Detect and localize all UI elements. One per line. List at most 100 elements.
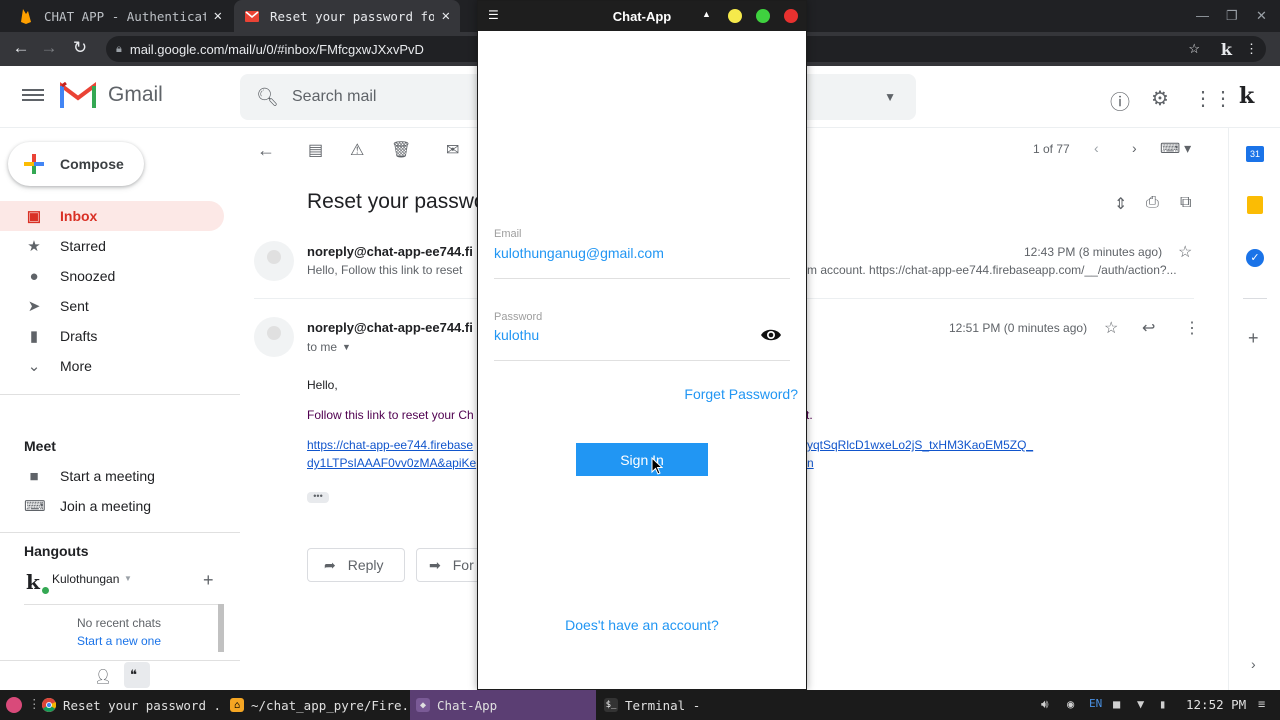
start-meeting-button[interactable]: ■ Start a meeting bbox=[0, 461, 224, 491]
notifications-icon[interactable]: ≡ bbox=[1258, 697, 1265, 711]
signup-link[interactable]: Does't have an account? bbox=[478, 617, 806, 633]
reset-link-tail-2[interactable]: n bbox=[807, 456, 814, 470]
delete-trash-icon[interactable]: 🗑︎ bbox=[391, 140, 411, 160]
message-sender[interactable]: noreply@chat-app-ee744.fi bbox=[307, 244, 473, 259]
scrollbar-thumb[interactable] bbox=[218, 604, 224, 652]
add-chat-icon[interactable]: + bbox=[203, 570, 214, 591]
back-to-inbox-icon[interactable]: ← bbox=[257, 140, 275, 161]
account-avatar[interactable]: k bbox=[1239, 83, 1254, 109]
compose-button[interactable]: Compose bbox=[8, 142, 144, 186]
show-password-eye-icon[interactable] bbox=[760, 327, 782, 346]
reset-link-line-2[interactable]: dy1LTPsIAAAF0vv0zMA&apiKe bbox=[307, 456, 476, 470]
settings-gear-icon[interactable]: ⚙ bbox=[1151, 86, 1169, 111]
calendar-icon[interactable]: 31 bbox=[1246, 146, 1264, 162]
sidebar-item-sent[interactable]: ➤ Sent bbox=[0, 291, 224, 321]
more-options-icon[interactable]: ⋮ bbox=[1184, 318, 1200, 338]
open-new-window-icon[interactable]: ⧉ bbox=[1180, 194, 1191, 212]
battery-icon[interactable]: ▮ bbox=[1159, 697, 1166, 711]
message-snippet-tail[interactable]: m account. https://chat-app-ee744.fireba… bbox=[807, 263, 1197, 277]
clock-icon: ● bbox=[29, 267, 39, 285]
close-dot-icon[interactable] bbox=[784, 9, 798, 23]
close-window-icon[interactable]: ✕ bbox=[1256, 8, 1267, 24]
minimize-window-icon[interactable]: — bbox=[1196, 8, 1209, 23]
hangouts-user[interactable]: Kulothungan bbox=[52, 572, 119, 586]
sidebar-item-snoozed[interactable]: ● Snoozed bbox=[0, 261, 224, 291]
vpn-icon[interactable]: ◉ bbox=[1067, 697, 1074, 711]
reload-icon[interactable]: ↻ bbox=[69, 38, 91, 58]
keep-icon[interactable] bbox=[1247, 196, 1263, 214]
search-options-icon[interactable]: ▼ bbox=[884, 90, 896, 104]
star-message-icon[interactable]: ☆ bbox=[1178, 242, 1192, 262]
keyboard-layout[interactable]: EN bbox=[1089, 697, 1102, 710]
expand-all-icon[interactable]: ⇕ bbox=[1114, 194, 1127, 214]
sign-in-button[interactable]: Sign In bbox=[576, 443, 708, 476]
recipient-to-me[interactable]: to me bbox=[307, 340, 337, 354]
forward-icon[interactable]: → bbox=[38, 38, 60, 58]
reset-link-line-1[interactable]: https://chat-app-ee744.firebase bbox=[307, 438, 473, 452]
sidebar-item-more[interactable]: ⌄ More bbox=[0, 351, 224, 381]
show-trimmed-content-icon[interactable]: ••• bbox=[307, 492, 329, 503]
input-tools-keyboard-icon[interactable]: ⌨ ▾ bbox=[1160, 140, 1191, 157]
reply-arrow-icon[interactable]: ↩ bbox=[1142, 318, 1155, 338]
maximize-window-icon[interactable]: ❐ bbox=[1226, 8, 1238, 24]
reply-button[interactable]: ➦ Reply bbox=[307, 548, 405, 582]
message-time: 12:51 PM (0 minutes ago) bbox=[949, 321, 1088, 335]
print-icon[interactable]: ⎙ bbox=[1146, 194, 1159, 212]
minimize-dot-icon[interactable] bbox=[728, 9, 742, 23]
shade-up-icon[interactable]: ▲ bbox=[702, 9, 711, 19]
hangouts-avatar[interactable]: k bbox=[26, 570, 40, 594]
star-message-icon[interactable]: ☆ bbox=[1104, 318, 1118, 338]
volume-icon[interactable]: 🔊︎ bbox=[1041, 697, 1049, 712]
forward-button[interactable]: ➡ For bbox=[416, 548, 486, 582]
camera-icon[interactable]: ■ bbox=[1113, 697, 1120, 711]
report-spam-icon[interactable]: ⚠ bbox=[350, 140, 364, 160]
back-icon[interactable]: ← bbox=[10, 38, 32, 58]
wifi-icon[interactable]: ▼ bbox=[1137, 697, 1144, 711]
task-chat-app[interactable]: ◆ Chat-App bbox=[410, 690, 596, 720]
reset-link-tail-1[interactable]: yqtSqRlcD1wxeLo2jS_txHM3KaoEM5ZQ_ bbox=[807, 438, 1033, 452]
mark-unread-icon[interactable]: ✉ bbox=[446, 140, 459, 160]
bookmark-star-icon[interactable]: ☆ bbox=[1188, 41, 1200, 57]
tasks-icon[interactable]: ✓ bbox=[1246, 249, 1264, 267]
menu-kebab-icon[interactable]: ⋮ bbox=[1245, 41, 1258, 57]
details-dropdown-icon[interactable]: ▼ bbox=[342, 342, 351, 352]
status-dropdown-icon[interactable]: ▼ bbox=[124, 574, 132, 583]
archive-icon[interactable]: ▤ bbox=[308, 140, 323, 160]
close-tab-icon[interactable]: ✕ bbox=[442, 8, 450, 24]
message-snippet[interactable]: Hello, Follow this link to reset bbox=[307, 263, 462, 277]
start-new-chat-link[interactable]: Start a new one bbox=[24, 634, 214, 648]
sidebar-item-inbox[interactable]: ▣ Inbox bbox=[0, 201, 224, 231]
reply-icon: ➦ bbox=[324, 556, 336, 573]
newer-chevron-left-icon[interactable]: ‹ bbox=[1094, 140, 1099, 156]
search-icon[interactable]: 🔍︎ bbox=[256, 87, 279, 108]
show-side-panel-icon[interactable]: › bbox=[1251, 656, 1256, 672]
main-menu-icon[interactable] bbox=[22, 86, 44, 106]
task-terminal[interactable]: $_ Terminal - bbox=[598, 690, 782, 720]
get-addons-plus-icon[interactable]: + bbox=[1248, 328, 1259, 349]
tab-reset-password[interactable]: Reset your password fo ✕ bbox=[234, 0, 460, 32]
apps-grid-icon[interactable]: ⋮⋮ bbox=[1193, 86, 1233, 111]
sidebar-item-drafts[interactable]: ▮ Drafts bbox=[0, 321, 224, 351]
close-tab-icon[interactable]: ✕ bbox=[214, 8, 222, 24]
hangouts-quote-icon[interactable]: ❝ bbox=[130, 667, 137, 683]
join-meeting-button[interactable]: ⌨ Join a meeting bbox=[0, 491, 224, 521]
task-chrome[interactable]: Reset your password ... bbox=[36, 690, 222, 720]
forgot-password-link[interactable]: Forget Password? bbox=[684, 386, 798, 402]
start-menu-icon[interactable] bbox=[6, 697, 22, 713]
profile-icon[interactable]: k bbox=[1221, 40, 1232, 59]
task-editor[interactable]: ⌂ ~/chat_app_pyre/Fire... bbox=[224, 690, 408, 720]
chat-app-titlebar[interactable]: ☰ Chat-App ▲ bbox=[478, 1, 806, 31]
gmail-logo[interactable]: Gmail bbox=[60, 81, 163, 108]
task-label: Chat-App bbox=[437, 697, 498, 713]
video-icon: ■ bbox=[29, 467, 39, 485]
task-label: Reset your password ... bbox=[63, 697, 222, 713]
help-icon[interactable]: ⓘ bbox=[1110, 86, 1130, 115]
maximize-dot-icon[interactable] bbox=[756, 9, 770, 23]
message-sender[interactable]: noreply@chat-app-ee744.fi bbox=[307, 320, 473, 335]
older-chevron-right-icon[interactable]: › bbox=[1132, 140, 1137, 156]
contacts-person-icon[interactable]: 👤︎ bbox=[94, 668, 112, 685]
tab-chat-app-auth[interactable]: CHAT APP - Authenticati ✕ bbox=[8, 0, 232, 32]
email-field[interactable]: kulothunganug@gmail.com bbox=[494, 245, 664, 261]
sidebar-item-starred[interactable]: ★ Starred bbox=[0, 231, 224, 261]
password-field[interactable]: kulothu bbox=[494, 327, 539, 343]
